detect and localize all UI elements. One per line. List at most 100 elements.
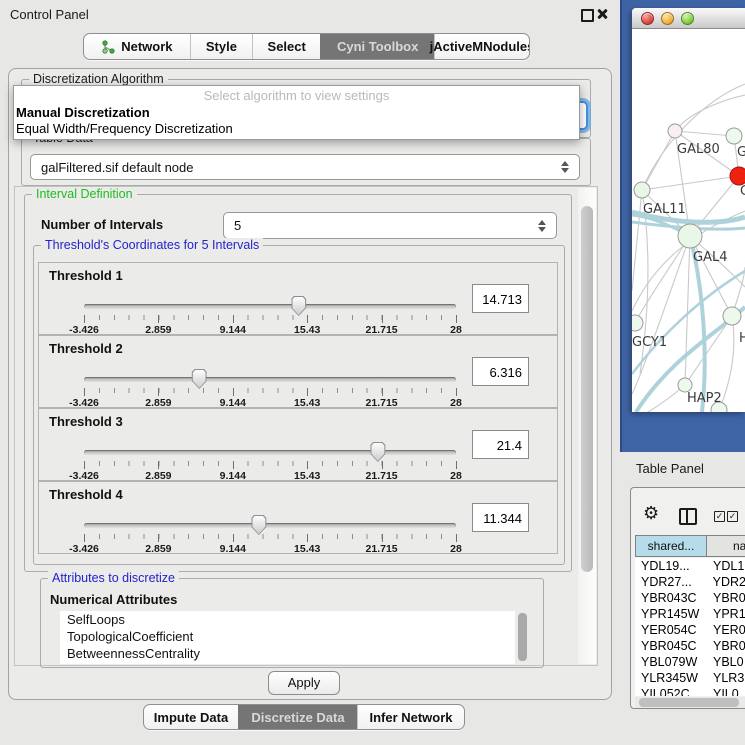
numerical-attributes-label: Numerical Attributes — [50, 592, 177, 607]
svg-text:GAL4: GAL4 — [693, 250, 727, 265]
network-node — [678, 378, 692, 392]
tab-network-label: Network — [121, 39, 172, 54]
table-row[interactable]: YLR345WYLR3 — [635, 670, 745, 686]
table-body[interactable]: YDL19...YDL1 YDR27...YDR2 YBR043CYBR0 YP… — [635, 558, 745, 696]
vertical-scrollbar-thumb[interactable] — [581, 206, 593, 572]
slider-handle[interactable] — [192, 369, 207, 389]
tab-network[interactable]: Network — [84, 34, 190, 59]
threshold-4-value-field[interactable]: 11.344 — [472, 503, 529, 532]
window-titlebar[interactable] — [632, 8, 745, 29]
list-item[interactable]: TopologicalCoefficient — [60, 628, 515, 645]
table-data-group: Table Data galFiltered.sif default node — [21, 138, 591, 186]
svg-text:HAP2: HAP2 — [687, 391, 722, 406]
threshold-2-label: Threshold 2 — [49, 341, 123, 356]
network-node — [723, 307, 741, 325]
list-scrollbar-thumb[interactable] — [518, 613, 527, 661]
tab-cyni-toolbox[interactable]: Cyni Toolbox — [320, 34, 434, 59]
combo-stepper-icon — [538, 220, 546, 232]
table-row[interactable]: YBR045CYBR0 — [635, 638, 745, 654]
slider-track[interactable] — [84, 304, 456, 309]
settings-gear-icon[interactable]: ⚙ — [643, 504, 659, 522]
split-columns-icon[interactable] — [679, 508, 697, 525]
application-window: Control Panel Network Style Select Cyni … — [0, 0, 745, 745]
tab-infer-network[interactable]: Infer Network — [357, 705, 464, 729]
table-row[interactable]: YBL079WYBL0 — [635, 654, 745, 670]
apply-button[interactable]: Apply — [268, 671, 340, 695]
minimize-traffic-light-icon[interactable] — [661, 12, 674, 25]
tab-select[interactable]: Select — [252, 34, 320, 59]
threshold-coordinates-label: Threshold's Coordinates for 5 Intervals — [41, 238, 263, 253]
combo-stepper-icon — [561, 161, 569, 173]
close-icon[interactable] — [596, 8, 608, 20]
slider-track[interactable] — [84, 377, 456, 382]
horizontal-scrollbar-track[interactable] — [635, 697, 745, 708]
table-row[interactable]: YDL19...YDL1 — [635, 558, 745, 574]
popup-prompt: Select algorithm to view settings — [14, 86, 579, 105]
table-row[interactable]: YBR043CYBR0 — [635, 590, 745, 606]
network-node — [726, 128, 742, 144]
slider-ticks — [84, 315, 456, 323]
threshold-2-slider[interactable]: -3.4262.8599.14415.4321.71528 — [84, 372, 456, 406]
network-canvas[interactable]: GAL80 GA C GAL11 GAL4 GCY1 H HAP2 — [632, 29, 745, 412]
slider-handle[interactable] — [251, 515, 266, 535]
table-data-value: galFiltered.sif default node — [41, 160, 193, 175]
slider-track[interactable] — [84, 450, 456, 455]
network-node — [678, 224, 702, 248]
svg-text:C: C — [740, 184, 745, 199]
threshold-1-label: Threshold 1 — [49, 268, 123, 283]
close-traffic-light-icon[interactable] — [641, 12, 654, 25]
number-of-intervals-label: Number of Intervals — [41, 217, 163, 232]
horizontal-scrollbar-thumb[interactable] — [639, 698, 739, 707]
network-node-selected — [730, 167, 745, 185]
panel-title: Control Panel — [10, 7, 89, 22]
threshold-3-box: Threshold 3 -3.4262.8599.14415.4321.7152… — [38, 408, 558, 481]
threshold-4-slider[interactable]: -3.4262.8599.14415.4321.71528 — [84, 518, 456, 552]
threshold-2-value-field[interactable]: 6.316 — [472, 357, 529, 386]
threshold-3-value-field[interactable]: 21.4 — [472, 430, 529, 459]
threshold-4-box: Threshold 4 -3.4262.8599.14415.4321.7152… — [38, 481, 558, 554]
number-of-intervals-value: 5 — [234, 218, 241, 233]
table-row[interactable]: YIL052CYIL0 — [635, 686, 745, 696]
slider-handle[interactable] — [291, 296, 306, 316]
cyni-mode-tabs: Impute Data Discretize Data Infer Networ… — [143, 704, 465, 730]
svg-text:GCY1: GCY1 — [632, 335, 667, 350]
numerical-attributes-list[interactable]: SelfLoops TopologicalCoefficient Between… — [60, 611, 515, 664]
table-row[interactable]: YDR27...YDR2 — [635, 574, 745, 590]
table-row[interactable]: YPR145WYPR1 — [635, 606, 745, 622]
column-header-name[interactable]: na — [707, 535, 745, 557]
list-item[interactable]: SelfLoops — [60, 611, 515, 628]
table-data-combobox[interactable]: galFiltered.sif default node — [30, 154, 580, 180]
table-header-row: shared... na — [635, 535, 745, 557]
network-view-window[interactable]: GAL80 GA C GAL11 GAL4 GCY1 H HAP2 — [632, 8, 745, 412]
checkbox-icon[interactable]: ✓ — [727, 511, 738, 522]
zoom-traffic-light-icon[interactable] — [681, 12, 694, 25]
interval-definition-label: Interval Definition — [32, 187, 137, 202]
threshold-1-slider[interactable]: -3.4262.8599.14415.4321.71528 — [84, 299, 456, 333]
svg-text:GAL11: GAL11 — [643, 202, 686, 217]
column-header-shared-name[interactable]: shared... — [635, 535, 707, 557]
table-row[interactable]: YER054CYER0 — [635, 622, 745, 638]
threshold-1-value-field[interactable]: 14.713 — [472, 284, 529, 313]
slider-ticks — [84, 534, 456, 542]
svg-text:GA: GA — [737, 145, 745, 160]
control-panel-tabs: Network Style Select Cyni Toolbox jActiv… — [83, 33, 530, 60]
popup-option-equal-width[interactable]: Equal Width/Frequency Discretization — [14, 121, 579, 137]
threshold-2-box: Threshold 2 -3.4262.8599.14415.4321.7152… — [38, 335, 558, 408]
tab-style[interactable]: Style — [190, 34, 252, 59]
tab-impute-data[interactable]: Impute Data — [144, 705, 238, 729]
list-item[interactable]: BetweennessCentrality — [60, 645, 515, 662]
network-node — [632, 315, 643, 331]
float-window-icon[interactable] — [581, 9, 594, 22]
tab-jactivemnodules[interactable]: jActiveMNodules — [434, 34, 529, 59]
threshold-3-label: Threshold 3 — [49, 414, 123, 429]
popup-option-manual-discretization[interactable]: Manual Discretization — [14, 105, 579, 121]
threshold-3-slider[interactable]: -3.4262.8599.14415.4321.71528 — [84, 445, 456, 479]
slider-scale: -3.4262.8599.14415.4321.71528 — [84, 543, 456, 555]
slider-track[interactable] — [84, 523, 456, 528]
checkbox-icon[interactable]: ✓ — [714, 511, 725, 522]
svg-text:GAL80: GAL80 — [677, 142, 720, 157]
tab-discretize-data[interactable]: Discretize Data — [238, 705, 357, 729]
slider-handle[interactable] — [370, 442, 385, 462]
number-of-intervals-combobox[interactable]: 5 — [223, 212, 557, 239]
table-panel-titlebar: Table Panel — [620, 452, 745, 487]
